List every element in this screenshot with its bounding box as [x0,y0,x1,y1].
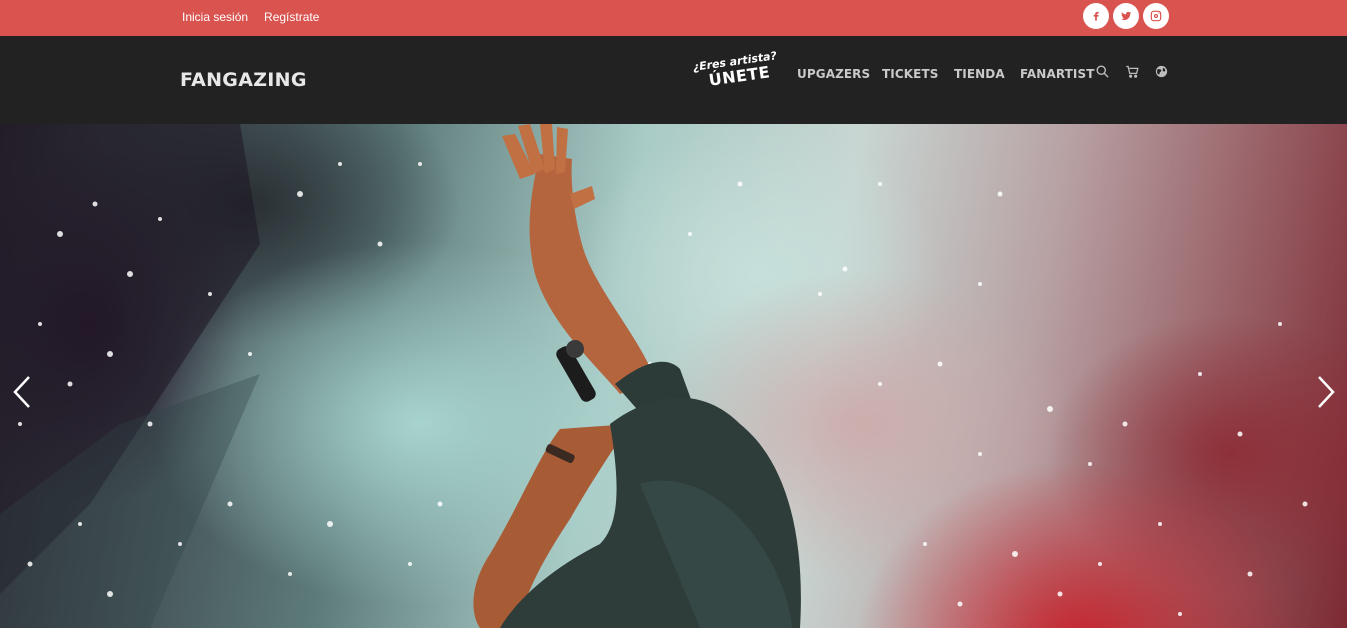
logo-text: FANGAZING [180,69,307,91]
artist-join-cta[interactable]: ¿Eres artista? ÚNETE [692,49,780,91]
auth-links: Inicia sesión Regístrate [182,10,319,24]
cart-icon[interactable] [1125,64,1140,84]
login-link[interactable]: Inicia sesión [182,10,248,24]
instagram-icon[interactable] [1143,3,1169,29]
menu-item-tienda[interactable]: TIENDA [954,67,1005,81]
hero-slider [0,124,1347,628]
menu-item-tickets[interactable]: TICKETS [882,67,938,81]
site-logo[interactable]: FANGAZING [180,69,307,91]
menu-item-upgazers[interactable]: UPGAZERS [797,67,870,81]
hero-image [0,124,1308,628]
slider-next-button[interactable] [1314,374,1338,410]
globe-icon[interactable] [1154,64,1169,84]
twitter-icon[interactable] [1113,3,1139,29]
chevron-right-icon [1318,376,1335,408]
search-icon[interactable] [1095,64,1110,84]
register-link[interactable]: Regístrate [264,10,319,24]
main-navbar: FANGAZING ¿Eres artista? ÚNETE UPGAZERS … [0,36,1347,124]
social-links [1083,3,1169,29]
slider-prev-button[interactable] [10,374,34,410]
facebook-icon[interactable] [1083,3,1109,29]
chevron-left-icon [13,376,30,408]
menu-item-fanartist[interactable]: FANARTIST [1020,67,1095,81]
top-bar: Inicia sesión Regístrate [0,0,1347,36]
